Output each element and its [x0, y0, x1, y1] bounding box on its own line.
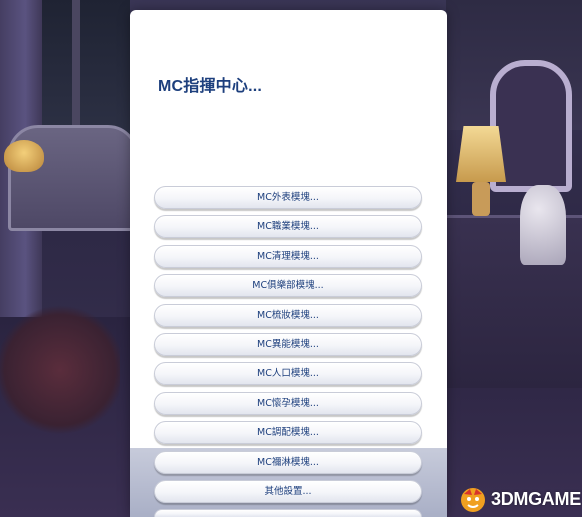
mc-command-center-dialog: MC指揮中心... MC外表模塊... MC職業模塊... MC清理模塊... … [130, 10, 447, 517]
watermark-text: 3DMGAME [491, 488, 581, 509]
3dm-logo-icon [458, 485, 488, 513]
bust-statue [520, 185, 566, 265]
menu-button-mc-club[interactable]: MC俱樂部模塊... [154, 274, 422, 298]
menu-button-partial[interactable] [154, 509, 422, 517]
rug [0, 300, 120, 440]
table-lamp-base [472, 182, 490, 216]
menu-button-mc-woohoo[interactable]: MC禰淋模塊... [154, 450, 422, 474]
menu-button-mc-dresser[interactable]: MC梳妝模塊... [154, 303, 422, 327]
dialog-title: MC指揮中心... [158, 78, 263, 95]
desk-lamp [4, 140, 44, 172]
table-lamp [456, 126, 506, 182]
menu-button-mc-population[interactable]: MC人口模塊... [154, 362, 422, 386]
menu-button-mc-occult[interactable]: MC異能模塊... [154, 332, 422, 356]
menu-button-mc-pregnancy[interactable]: MC懷孕模塊... [154, 391, 422, 415]
module-menu: MC外表模塊... MC職業模塊... MC清理模塊... MC俱樂部模塊...… [154, 186, 424, 517]
menu-button-mc-appearance[interactable]: MC外表模塊... [154, 186, 422, 209]
menu-button-mc-cleaner[interactable]: MC清理模塊... [154, 244, 422, 268]
menu-button-mc-tuner[interactable]: MC調配模塊... [154, 421, 422, 445]
menu-button-other-settings[interactable]: 其他設置... [154, 479, 422, 503]
watermark: 3DMGAME [458, 484, 581, 514]
menu-button-mc-career[interactable]: MC職業模塊... [154, 215, 422, 239]
